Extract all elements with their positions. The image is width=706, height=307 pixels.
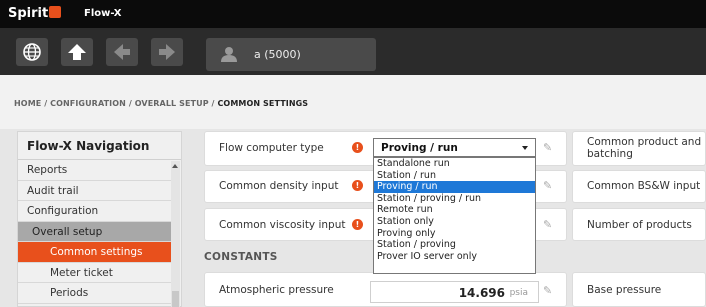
chevron-down-icon: [522, 146, 528, 150]
info-icon[interactable]: !: [352, 142, 363, 153]
dropdown-option-selected[interactable]: Proving / run: [374, 181, 535, 193]
dropdown-option[interactable]: Standalone run: [374, 158, 535, 170]
sidebar-item-overall-setup[interactable]: Overall setup: [18, 221, 172, 242]
dropdown-option[interactable]: Station / proving: [374, 239, 535, 251]
sidebar-item-audit-trail[interactable]: Audit trail: [18, 181, 172, 201]
forward-arrow-icon: [159, 44, 175, 60]
info-icon[interactable]: !: [352, 219, 363, 230]
forward-button[interactable]: [151, 38, 183, 66]
info-icon[interactable]: !: [352, 180, 363, 191]
nav-title: Flow-X Navigation: [18, 132, 181, 160]
user-icon: [221, 47, 237, 62]
back-button[interactable]: [106, 38, 138, 66]
scroll-thumb[interactable]: [172, 291, 179, 307]
scroll-up-icon[interactable]: [172, 164, 178, 168]
edit-pencil-icon[interactable]: ✎: [543, 179, 552, 192]
dropdown-option[interactable]: Station / run: [374, 170, 535, 182]
dropdown-option[interactable]: Remote run: [374, 204, 535, 216]
sidebar-item-meter-ticket[interactable]: Meter ticket: [18, 263, 172, 283]
edit-pencil-icon[interactable]: ✎: [543, 141, 552, 154]
language-button[interactable]: [16, 38, 48, 66]
sidebar-item-configuration[interactable]: Configuration: [18, 201, 172, 222]
sidebar-item-common-settings[interactable]: Common settings: [18, 242, 172, 263]
navigation-sidebar: Flow-X Navigation Reports Audit trail Co…: [17, 131, 182, 307]
sidebar-scrollbar[interactable]: [171, 161, 180, 307]
common-density-input-label: Common density input: [219, 180, 339, 192]
breadcrumb-path[interactable]: HOME / CONFIGURATION / OVERALL SETUP /: [14, 99, 217, 108]
top-bar: Spirit Flow-X: [0, 0, 706, 28]
dropdown-option[interactable]: Proving only: [374, 228, 535, 240]
constants-section-title: CONSTANTS: [204, 251, 278, 263]
back-arrow-icon: [114, 44, 130, 60]
flow-computer-type-dropdown[interactable]: Standalone run Station / run Proving / r…: [373, 157, 536, 274]
sidebar-item-reports[interactable]: Reports: [18, 160, 172, 181]
toolbar: a (5000): [0, 28, 706, 75]
atmospheric-pressure-value: 14.696: [458, 286, 505, 300]
common-product-batching-label: Common product and batching: [587, 136, 702, 160]
edit-pencil-icon[interactable]: ✎: [543, 284, 552, 297]
select-value: Proving / run: [381, 142, 458, 154]
dropdown-option[interactable]: Station only: [374, 216, 535, 228]
number-of-products-label: Number of products: [587, 219, 692, 231]
common-viscosity-input-label: Common viscosity input: [219, 219, 346, 231]
edit-pencil-icon[interactable]: ✎: [543, 218, 552, 231]
home-button[interactable]: [61, 38, 93, 66]
flow-computer-type-select[interactable]: Proving / run: [373, 138, 536, 157]
atmospheric-pressure-input[interactable]: 14.696 psia: [370, 281, 539, 303]
atmospheric-pressure-unit: psia: [509, 288, 528, 298]
brand-name: Spirit: [8, 6, 49, 21]
dropdown-option[interactable]: Station / proving / run: [374, 193, 535, 205]
atmospheric-pressure-label: Atmospheric pressure: [219, 284, 334, 296]
logo-mark-icon: [49, 6, 62, 18]
dropdown-option[interactable]: Prover IO server only: [374, 251, 535, 263]
user-name: a (5000): [254, 48, 301, 61]
product-name: Flow-X: [84, 8, 122, 19]
user-menu[interactable]: a (5000): [206, 38, 376, 71]
base-pressure-label: Base pressure: [587, 284, 662, 296]
globe-icon: [23, 43, 41, 61]
home-arrow-up-icon: [68, 44, 86, 60]
sidebar-item-periods[interactable]: Periods: [18, 283, 172, 304]
breadcrumb: HOME / CONFIGURATION / OVERALL SETUP / C…: [0, 75, 706, 129]
breadcrumb-current: COMMON SETTINGS: [217, 99, 309, 108]
flow-computer-type-label: Flow computer type: [219, 142, 324, 154]
brand-logo: Spirit: [8, 6, 62, 21]
common-bsw-input-label: Common BS&W input: [587, 180, 701, 192]
